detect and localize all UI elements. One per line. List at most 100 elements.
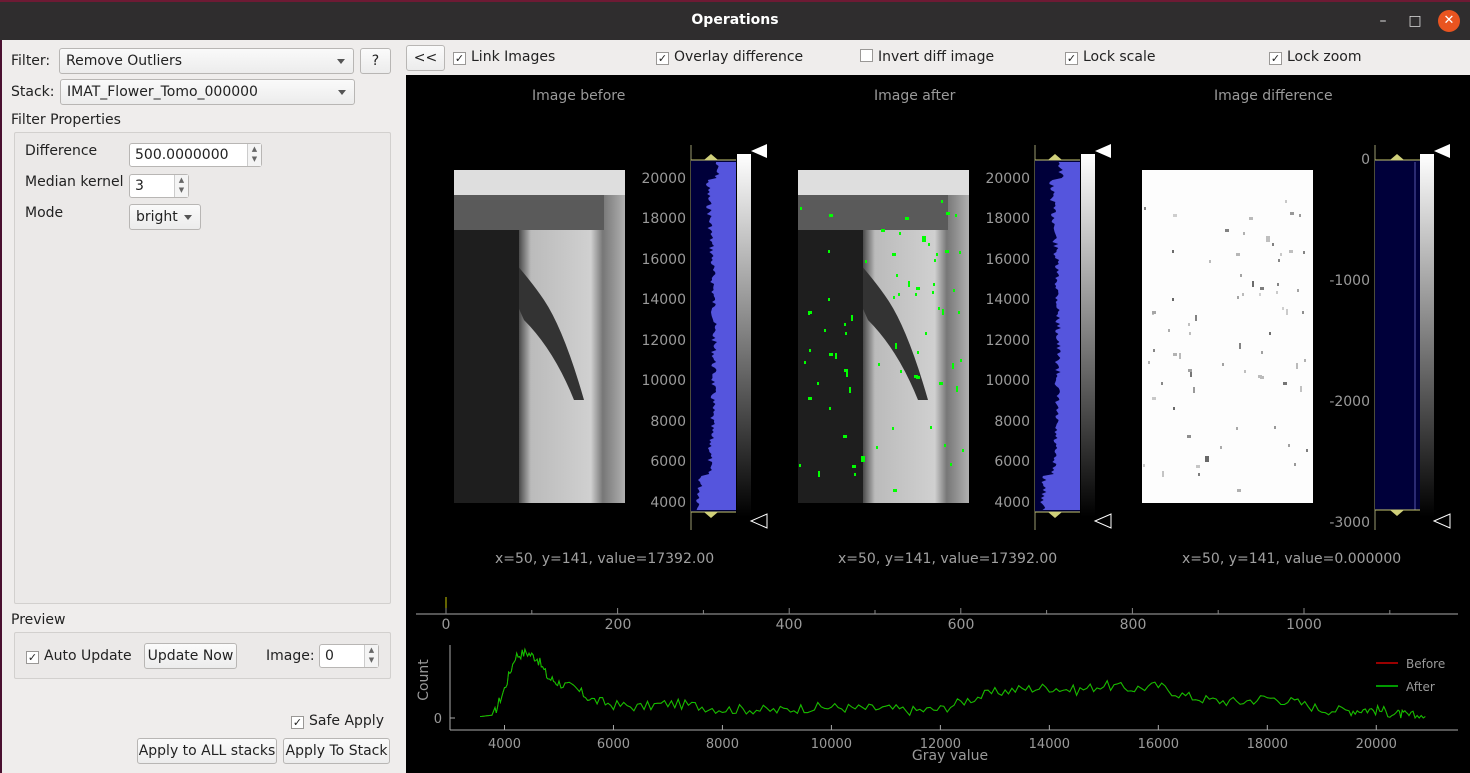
outlier-pixel: [956, 386, 958, 392]
lock-zoom-label: Lock zoom: [1287, 49, 1362, 65]
link-images-label: Link Images: [471, 49, 556, 65]
level-max-handle[interactable]: [1390, 154, 1404, 160]
hist-tick: 10000: [641, 373, 686, 389]
outlier-pixel: [925, 332, 927, 335]
gradient-bar: [1420, 154, 1434, 517]
apply-to-stack-button[interactable]: Apply To Stack: [283, 738, 390, 764]
close-button[interactable]: ✕: [1438, 10, 1460, 32]
safe-apply-checkbox[interactable]: ✓ Safe Apply: [291, 713, 384, 729]
gradient-min-handle[interactable]: [1432, 513, 1451, 529]
gray-value-histogram-chart[interactable]: 04000 6000 8000 10000 12000 14000 16000 18000 20…: [406, 635, 1470, 773]
lock-zoom-checkbox[interactable]: ✓ Lock zoom: [1269, 49, 1362, 65]
mode-value: bright: [136, 209, 178, 225]
level-min-handle[interactable]: [1048, 512, 1062, 518]
stack-label: Stack:: [11, 84, 55, 100]
outlier-pixel: [892, 253, 896, 256]
difference-pixel: [1195, 315, 1197, 321]
outlier-pixel: [844, 323, 846, 326]
mode-select[interactable]: bright: [129, 204, 201, 230]
gradient-max-handle[interactable]: [751, 144, 767, 158]
help-button[interactable]: ?: [360, 48, 391, 74]
image-difference-histogram[interactable]: [1319, 140, 1459, 535]
slider-tick: 0: [441, 617, 451, 633]
level-min-handle[interactable]: [704, 512, 718, 518]
outlier-pixel: [905, 217, 909, 220]
difference-pixel: [1148, 361, 1150, 364]
filter-properties-title: Filter Properties: [11, 112, 121, 128]
difference-pixel: [1280, 253, 1282, 256]
difference-pixel: [1236, 253, 1240, 256]
lock-scale-checkbox[interactable]: ✓ Lock scale: [1065, 49, 1155, 65]
outlier-pixel: [892, 427, 894, 430]
apply-all-stacks-button[interactable]: Apply to ALL stacks: [137, 738, 277, 764]
outlier-pixel: [808, 397, 812, 400]
level-min-handle[interactable]: [1390, 510, 1404, 516]
difference-pixel: [1172, 298, 1174, 301]
difference-pixel: [1179, 353, 1181, 359]
gradient-min-handle[interactable]: [1093, 513, 1112, 529]
outlier-pixel: [835, 353, 837, 359]
image-before-view[interactable]: [454, 170, 625, 503]
difference-pixel: [1168, 329, 1170, 332]
outlier-pixel: [953, 289, 955, 292]
image-after-readout: x=50, y=141, value=17392.00: [838, 551, 1058, 567]
spin-arrows-icon[interactable]: ▲ ▼: [247, 144, 261, 166]
operations-window: Operations – □ ✕ Filter: Remove Outliers…: [0, 0, 1470, 773]
image-difference-view[interactable]: [1142, 170, 1313, 503]
minimize-button[interactable]: –: [1372, 10, 1394, 32]
difference-pixel: [1290, 212, 1294, 215]
outlier-pixel: [915, 293, 917, 296]
difference-pixel: [1306, 449, 1308, 452]
chevron-down-icon: [184, 215, 192, 220]
checkmark-icon: ✓: [656, 52, 669, 65]
outlier-pixel: [800, 207, 802, 210]
gradient-max-handle[interactable]: [1434, 144, 1450, 158]
maximize-button[interactable]: □: [1404, 10, 1426, 32]
gradient-min-handle[interactable]: [749, 513, 768, 529]
difference-pixel: [1276, 291, 1278, 294]
image-after-title: Image after: [874, 88, 956, 104]
slider-tick: 1000: [1286, 617, 1322, 633]
difference-pixel: [1196, 465, 1200, 468]
level-max-handle[interactable]: [704, 154, 718, 160]
chart-legend: Before After: [1376, 657, 1445, 694]
gradient-bar: [1081, 154, 1095, 517]
outlier-pixel: [851, 315, 853, 321]
difference-pixel: [1252, 281, 1254, 287]
level-max-handle[interactable]: [1048, 154, 1062, 160]
hist-tick: 20000: [985, 171, 1030, 187]
y-axis-label: Count: [416, 659, 432, 701]
spin-arrows-icon[interactable]: ▲ ▼: [174, 175, 188, 197]
update-now-button[interactable]: Update Now: [144, 643, 237, 669]
x-axis-label: Gray value: [912, 748, 988, 764]
filter-select[interactable]: Remove Outliers: [59, 48, 354, 74]
overlay-difference-label: Overlay difference: [674, 49, 804, 65]
difference-pixel: [1222, 363, 1224, 366]
link-images-checkbox[interactable]: ✓ Link Images: [453, 49, 555, 65]
spin-arrows-icon[interactable]: ▲ ▼: [364, 645, 378, 667]
checkmark-icon: ✓: [453, 52, 466, 65]
gradient-max-handle[interactable]: [1095, 144, 1111, 158]
outlier-pixel: [804, 361, 806, 364]
preview-group: ✓ Auto Update Update Now Image: 0 ▲ ▼: [14, 632, 391, 679]
difference-input[interactable]: 500.0000000 ▲ ▼: [129, 143, 262, 167]
difference-pixel: [1274, 426, 1276, 429]
invert-diff-checkbox[interactable]: Invert diff image: [860, 49, 994, 65]
difference-pixel: [1240, 274, 1242, 277]
hist-tick: 4000: [650, 495, 686, 511]
difference-pixel: [1296, 363, 1298, 369]
difference-pixel: [1303, 251, 1305, 254]
hist-tick: 12000: [985, 333, 1030, 349]
stack-select[interactable]: IMAT_Flower_Tomo_000000: [60, 79, 355, 105]
outlier-pixel: [941, 200, 943, 203]
collapse-panel-button[interactable]: <<: [406, 45, 445, 71]
hist-tick: 16000: [985, 252, 1030, 268]
image-after-view[interactable]: [798, 170, 969, 503]
image-index-value: 0: [325, 648, 334, 664]
overlay-difference-checkbox[interactable]: ✓ Overlay difference: [656, 49, 803, 65]
difference-pixel: [1289, 250, 1293, 253]
auto-update-checkbox[interactable]: ✓ Auto Update: [26, 648, 132, 664]
image-index-input[interactable]: 0 ▲ ▼: [319, 644, 379, 668]
median-kernel-input[interactable]: 3 ▲ ▼: [129, 174, 189, 198]
y-tick-label: 0: [434, 712, 442, 727]
